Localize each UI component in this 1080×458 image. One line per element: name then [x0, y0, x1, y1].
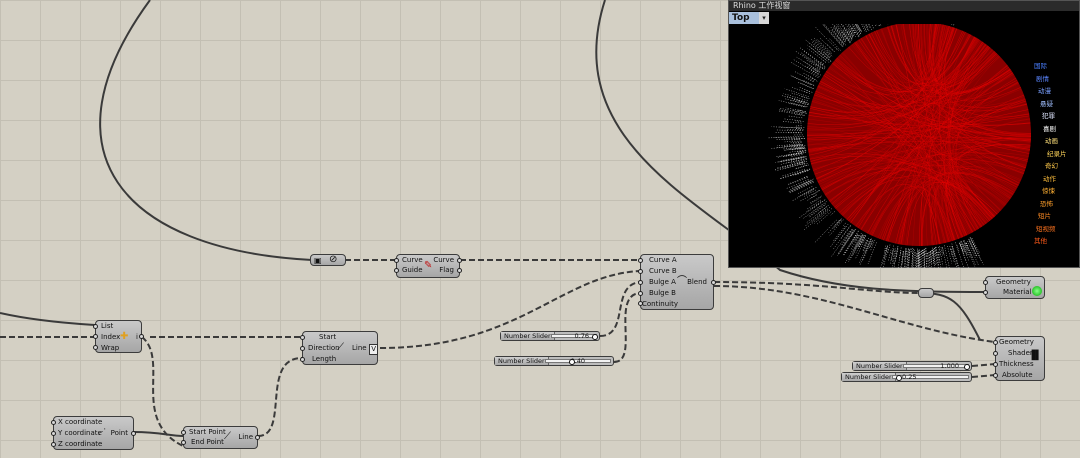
blend-input-bulge-a: Bulge A	[649, 278, 676, 286]
wire-list-input	[0, 312, 96, 326]
relay-gate[interactable]	[918, 288, 934, 298]
number-slider-bulge-a[interactable]: Number Slider 0.76	[500, 331, 600, 341]
blend-output: Blend	[687, 278, 707, 286]
flag-icon: ✎	[424, 260, 433, 271]
list-output-i: i	[136, 333, 138, 341]
slider-knob[interactable]	[569, 359, 575, 365]
slider-name: Number Slider	[501, 332, 555, 340]
slider-knob[interactable]	[964, 364, 970, 370]
blend-input-bulge-b: Bulge B	[649, 289, 676, 297]
line-badge: V	[369, 344, 378, 355]
pipe-input-absolute: Absolute	[1002, 371, 1033, 379]
graph-label: 动画	[1045, 137, 1058, 145]
graph-label: 剧情	[1036, 74, 1049, 83]
pipe-component[interactable]: Geometry Shader Thickness Absolute ▐▌	[993, 336, 1045, 381]
slider-name: Number Slider	[842, 373, 896, 381]
slider-knob[interactable]	[896, 375, 902, 381]
slider-value: 1.000	[940, 362, 959, 370]
preview-input-geometry: Geometry	[996, 278, 1031, 286]
wire-blend-pipe	[713, 285, 996, 343]
curve-output-curve: Curve	[433, 256, 454, 264]
blend-component[interactable]: Curve A Curve B Bulge A Bulge B Continui…	[638, 254, 716, 310]
graph-label: 其他	[1034, 237, 1047, 245]
list-input-index: Index	[101, 333, 121, 341]
wire-slider-bulge-a	[599, 281, 641, 337]
graph-label: 动作	[1043, 174, 1056, 183]
chevron-down-icon[interactable]: ▾	[759, 12, 769, 24]
pipe-input-thickness: Thickness	[999, 360, 1034, 368]
slider-value: 0.76	[574, 332, 589, 340]
graph-label: 奇幻	[1045, 162, 1058, 170]
graph-label: 犯罪	[1042, 112, 1055, 120]
blend-input-curve-a: Curve A	[649, 256, 677, 264]
wire-line2-to-line	[257, 357, 303, 437]
pipe-input-geometry: Geometry	[999, 338, 1034, 346]
radial-graph	[768, 24, 1032, 268]
curve-component[interactable]: Curve Guide ✎ Curve Flag	[394, 254, 462, 278]
line-two-points-component[interactable]: Start Point End Point ⟋ Line	[181, 426, 260, 449]
graph-label: 恐怖	[1040, 199, 1053, 208]
curve-output-flag: Flag	[439, 266, 454, 274]
preview-component[interactable]: Geometry Material	[983, 276, 1045, 299]
number-slider-bulge-b[interactable]: Number Slider 0.40	[494, 356, 614, 366]
line-sdl-component[interactable]: Start Direction Length ⟋ Line V	[300, 331, 378, 365]
curve-input-curve: Curve	[402, 256, 423, 264]
blend-icon: ⌒	[677, 276, 687, 287]
viewport-view-tab[interactable]: Top	[729, 12, 759, 24]
wire-slider-absolute	[971, 374, 996, 378]
graph-label: 短片	[1038, 212, 1051, 220]
slider-name: Number Slider	[853, 362, 907, 370]
dial-icon: ⊘	[329, 254, 338, 265]
point-output: Point	[110, 429, 128, 437]
line-input-start: Start	[319, 333, 337, 341]
graph-label: 悬疑	[1040, 99, 1053, 108]
blend-input-curve-b: Curve B	[649, 267, 677, 275]
rhino-viewport[interactable]: Rhino 工作视窗 Top ▾ 国际剧情动漫悬疑犯罪喜剧动画纪录片奇幻动作惊悚…	[728, 0, 1080, 268]
wire-slider-thickness	[971, 363, 996, 367]
graph-label: 国际	[1034, 62, 1047, 70]
list-input-list: List	[101, 322, 114, 330]
line-output: Line	[352, 344, 367, 352]
point-input-y: Y coordinate	[58, 429, 102, 437]
graph-label: 动漫	[1038, 87, 1051, 95]
slider-name: Number Slider	[495, 357, 549, 365]
number-slider-thickness[interactable]: Number Slider 1.000	[852, 361, 972, 371]
wire-slider-bulge-b	[613, 292, 641, 363]
viewport-title: Rhino 工作视窗	[729, 1, 1079, 11]
line2-input-start: Start Point	[189, 428, 226, 436]
list-item-component[interactable]: List Index Wrap ✚ i	[93, 320, 144, 353]
preview-swatch-icon	[1032, 286, 1042, 296]
point-input-x: X coordinate	[58, 418, 103, 426]
graph-label: 短视频	[1036, 224, 1056, 233]
line-input-direction: Direction	[308, 344, 340, 352]
graph-label: 惊悚	[1042, 187, 1055, 195]
line2-icon: ⟋	[224, 431, 231, 442]
line-icon: ⟋	[337, 342, 344, 353]
point-input-z: Z coordinate	[58, 440, 103, 448]
line-input-length: Length	[312, 355, 337, 363]
number-slider-absolute[interactable]: Number Slider 0.25	[841, 372, 972, 382]
blend-input-continuity: Continuity	[642, 300, 679, 308]
panel-icon: ▣	[314, 256, 322, 265]
slider-knob[interactable]	[592, 334, 598, 340]
curve-input-guide: Guide	[402, 266, 423, 274]
point-component[interactable]: X coordinate Y coordinate Z coordinate ⋰…	[51, 416, 136, 450]
line2-input-end: End Point	[191, 438, 224, 446]
graph-label: 纪录片	[1047, 149, 1067, 158]
graph-label: 喜剧	[1043, 124, 1056, 133]
wire-curve-left	[99, 0, 313, 261]
list-input-wrap: Wrap	[101, 344, 120, 352]
slider-value: 0.25	[902, 373, 917, 381]
wire-point-line	[133, 431, 184, 437]
bars-icon: ▐▌	[1028, 351, 1042, 361]
preview-input-material: Material	[1003, 288, 1032, 296]
line2-output: Line	[238, 433, 253, 441]
wire-item-to-point-line	[141, 336, 184, 447]
point-xyz-icon: ⋰	[98, 427, 106, 436]
list-item-icon: ✚	[120, 331, 129, 342]
wire-blend-preview	[919, 292, 981, 341]
relay-node[interactable]: ▣ ⊘	[310, 254, 346, 266]
